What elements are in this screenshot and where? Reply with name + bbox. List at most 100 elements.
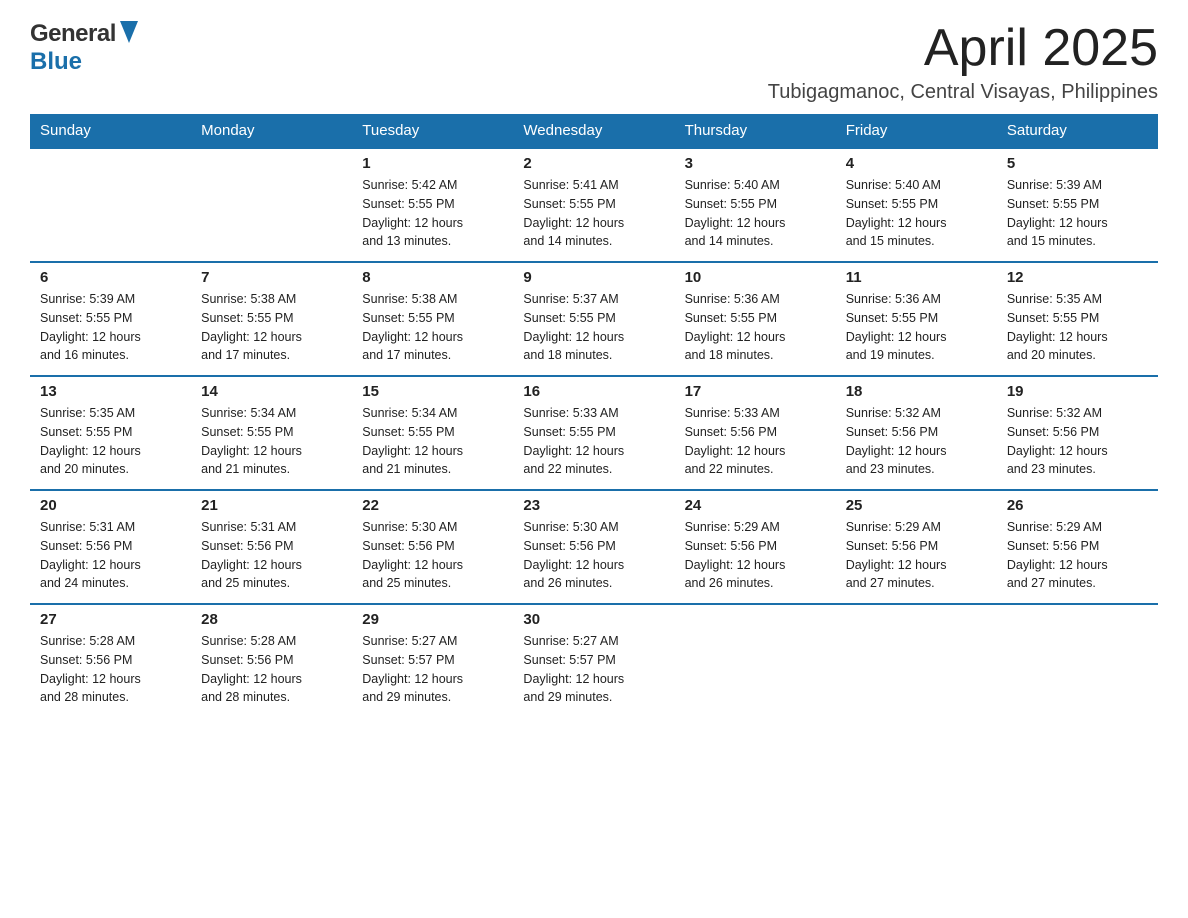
day-number: 7 xyxy=(201,269,342,286)
calendar-header-monday: Monday xyxy=(191,114,352,148)
calendar-cell: 7 Sunrise: 5:38 AM Sunset: 5:55 PM Daylig… xyxy=(191,262,352,376)
day-info: Sunrise: 5:27 AM Sunset: 5:57 PM Dayligh… xyxy=(523,632,664,707)
day-info: Sunrise: 5:41 AM Sunset: 5:55 PM Dayligh… xyxy=(523,176,664,251)
day-number: 20 xyxy=(40,497,181,514)
day-number: 10 xyxy=(685,269,826,286)
day-number: 15 xyxy=(362,383,503,400)
day-number: 21 xyxy=(201,497,342,514)
calendar-cell: 13 Sunrise: 5:35 AM Sunset: 5:55 PM Dayli… xyxy=(30,376,191,490)
day-info: Sunrise: 5:35 AM Sunset: 5:55 PM Dayligh… xyxy=(40,404,181,479)
day-number: 2 xyxy=(523,155,664,172)
day-number: 26 xyxy=(1007,497,1148,514)
day-number: 14 xyxy=(201,383,342,400)
day-info: Sunrise: 5:32 AM Sunset: 5:56 PM Dayligh… xyxy=(846,404,987,479)
day-number: 16 xyxy=(523,383,664,400)
calendar-cell: 2 Sunrise: 5:41 AM Sunset: 5:55 PM Daylig… xyxy=(513,148,674,262)
header: General Blue April 2025 Tubigagmanoc, Ce… xyxy=(30,20,1158,104)
calendar-cell: 30 Sunrise: 5:27 AM Sunset: 5:57 PM Dayli… xyxy=(513,604,674,717)
calendar-cell xyxy=(997,604,1158,717)
calendar-cell: 1 Sunrise: 5:42 AM Sunset: 5:55 PM Daylig… xyxy=(352,148,513,262)
calendar-header-sunday: Sunday xyxy=(30,114,191,148)
logo-general-text: General xyxy=(30,20,116,48)
calendar-cell: 17 Sunrise: 5:33 AM Sunset: 5:56 PM Dayli… xyxy=(675,376,836,490)
calendar-cell: 14 Sunrise: 5:34 AM Sunset: 5:55 PM Dayli… xyxy=(191,376,352,490)
day-info: Sunrise: 5:38 AM Sunset: 5:55 PM Dayligh… xyxy=(201,290,342,365)
day-info: Sunrise: 5:31 AM Sunset: 5:56 PM Dayligh… xyxy=(201,518,342,593)
day-info: Sunrise: 5:29 AM Sunset: 5:56 PM Dayligh… xyxy=(846,518,987,593)
day-number: 12 xyxy=(1007,269,1148,286)
day-number: 17 xyxy=(685,383,826,400)
day-number: 22 xyxy=(362,497,503,514)
calendar-cell: 21 Sunrise: 5:31 AM Sunset: 5:56 PM Dayli… xyxy=(191,490,352,604)
calendar-cell: 15 Sunrise: 5:34 AM Sunset: 5:55 PM Dayli… xyxy=(352,376,513,490)
calendar-cell: 29 Sunrise: 5:27 AM Sunset: 5:57 PM Dayli… xyxy=(352,604,513,717)
calendar-cell xyxy=(191,148,352,262)
calendar-week-2: 6Sunrise: 5:39 AM Sunset: 5:55 PM Daylig… xyxy=(30,262,1158,376)
day-info: Sunrise: 5:40 AM Sunset: 5:55 PM Dayligh… xyxy=(685,176,826,251)
day-info: Sunrise: 5:33 AM Sunset: 5:56 PM Dayligh… xyxy=(685,404,826,479)
day-number: 29 xyxy=(362,611,503,628)
day-number: 8 xyxy=(362,269,503,286)
logo-blue-text: Blue xyxy=(30,48,82,76)
location-subtitle: Tubigagmanoc, Central Visayas, Philippin… xyxy=(768,81,1158,104)
calendar-cell: 9 Sunrise: 5:37 AM Sunset: 5:55 PM Daylig… xyxy=(513,262,674,376)
calendar-header-thursday: Thursday xyxy=(675,114,836,148)
day-number: 24 xyxy=(685,497,826,514)
calendar-cell: 26 Sunrise: 5:29 AM Sunset: 5:56 PM Dayli… xyxy=(997,490,1158,604)
day-number: 25 xyxy=(846,497,987,514)
day-info: Sunrise: 5:28 AM Sunset: 5:56 PM Dayligh… xyxy=(201,632,342,707)
day-info: Sunrise: 5:33 AM Sunset: 5:55 PM Dayligh… xyxy=(523,404,664,479)
day-info: Sunrise: 5:34 AM Sunset: 5:55 PM Dayligh… xyxy=(362,404,503,479)
calendar-cell xyxy=(30,148,191,262)
calendar-cell: 8Sunrise: 5:38 AM Sunset: 5:55 PM Daylig… xyxy=(352,262,513,376)
day-info: Sunrise: 5:36 AM Sunset: 5:55 PM Dayligh… xyxy=(685,290,826,365)
day-info: Sunrise: 5:28 AM Sunset: 5:56 PM Dayligh… xyxy=(40,632,181,707)
calendar-header-friday: Friday xyxy=(836,114,997,148)
calendar-cell: 22 Sunrise: 5:30 AM Sunset: 5:56 PM Dayli… xyxy=(352,490,513,604)
day-number: 23 xyxy=(523,497,664,514)
day-number: 30 xyxy=(523,611,664,628)
day-info: Sunrise: 5:32 AM Sunset: 5:56 PM Dayligh… xyxy=(1007,404,1148,479)
calendar-cell: 5Sunrise: 5:39 AM Sunset: 5:55 PM Daylig… xyxy=(997,148,1158,262)
calendar-cell xyxy=(836,604,997,717)
day-number: 11 xyxy=(846,269,987,286)
day-number: 19 xyxy=(1007,383,1148,400)
day-info: Sunrise: 5:34 AM Sunset: 5:55 PM Dayligh… xyxy=(201,404,342,479)
logo: General Blue xyxy=(30,20,138,76)
calendar-cell: 12Sunrise: 5:35 AM Sunset: 5:55 PM Dayli… xyxy=(997,262,1158,376)
day-number: 6 xyxy=(40,269,181,286)
calendar-table: SundayMondayTuesdayWednesdayThursdayFrid… xyxy=(30,114,1158,717)
title-area: April 2025 Tubigagmanoc, Central Visayas… xyxy=(768,20,1158,104)
calendar-header-saturday: Saturday xyxy=(997,114,1158,148)
calendar-cell: 6Sunrise: 5:39 AM Sunset: 5:55 PM Daylig… xyxy=(30,262,191,376)
day-number: 9 xyxy=(523,269,664,286)
day-info: Sunrise: 5:30 AM Sunset: 5:56 PM Dayligh… xyxy=(362,518,503,593)
day-number: 13 xyxy=(40,383,181,400)
day-info: Sunrise: 5:40 AM Sunset: 5:55 PM Dayligh… xyxy=(846,176,987,251)
calendar-cell: 19 Sunrise: 5:32 AM Sunset: 5:56 PM Dayli… xyxy=(997,376,1158,490)
day-info: Sunrise: 5:29 AM Sunset: 5:56 PM Dayligh… xyxy=(685,518,826,593)
calendar-week-1: 1 Sunrise: 5:42 AM Sunset: 5:55 PM Daylig… xyxy=(30,148,1158,262)
calendar-cell: 16 Sunrise: 5:33 AM Sunset: 5:55 PM Dayli… xyxy=(513,376,674,490)
calendar-cell: 23 Sunrise: 5:30 AM Sunset: 5:56 PM Dayli… xyxy=(513,490,674,604)
day-number: 18 xyxy=(846,383,987,400)
calendar-cell: 3Sunrise: 5:40 AM Sunset: 5:55 PM Daylig… xyxy=(675,148,836,262)
day-info: Sunrise: 5:29 AM Sunset: 5:56 PM Dayligh… xyxy=(1007,518,1148,593)
calendar-cell: 24 Sunrise: 5:29 AM Sunset: 5:56 PM Dayli… xyxy=(675,490,836,604)
day-number: 5 xyxy=(1007,155,1148,172)
calendar-cell: 20Sunrise: 5:31 AM Sunset: 5:56 PM Dayli… xyxy=(30,490,191,604)
day-info: Sunrise: 5:37 AM Sunset: 5:55 PM Dayligh… xyxy=(523,290,664,365)
calendar-week-5: 27Sunrise: 5:28 AM Sunset: 5:56 PM Dayli… xyxy=(30,604,1158,717)
day-number: 1 xyxy=(362,155,503,172)
calendar-header-wednesday: Wednesday xyxy=(513,114,674,148)
calendar-header-tuesday: Tuesday xyxy=(352,114,513,148)
calendar-cell: 4 Sunrise: 5:40 AM Sunset: 5:55 PM Daylig… xyxy=(836,148,997,262)
month-year-title: April 2025 xyxy=(768,20,1158,77)
day-info: Sunrise: 5:30 AM Sunset: 5:56 PM Dayligh… xyxy=(523,518,664,593)
day-number: 4 xyxy=(846,155,987,172)
day-info: Sunrise: 5:27 AM Sunset: 5:57 PM Dayligh… xyxy=(362,632,503,707)
day-number: 28 xyxy=(201,611,342,628)
day-info: Sunrise: 5:42 AM Sunset: 5:55 PM Dayligh… xyxy=(362,176,503,251)
calendar-week-4: 20 Sunrise: 5:31 AM Sunset: 5:56 PM Dayli… xyxy=(30,490,1158,604)
logo-triangle-icon xyxy=(120,21,138,48)
